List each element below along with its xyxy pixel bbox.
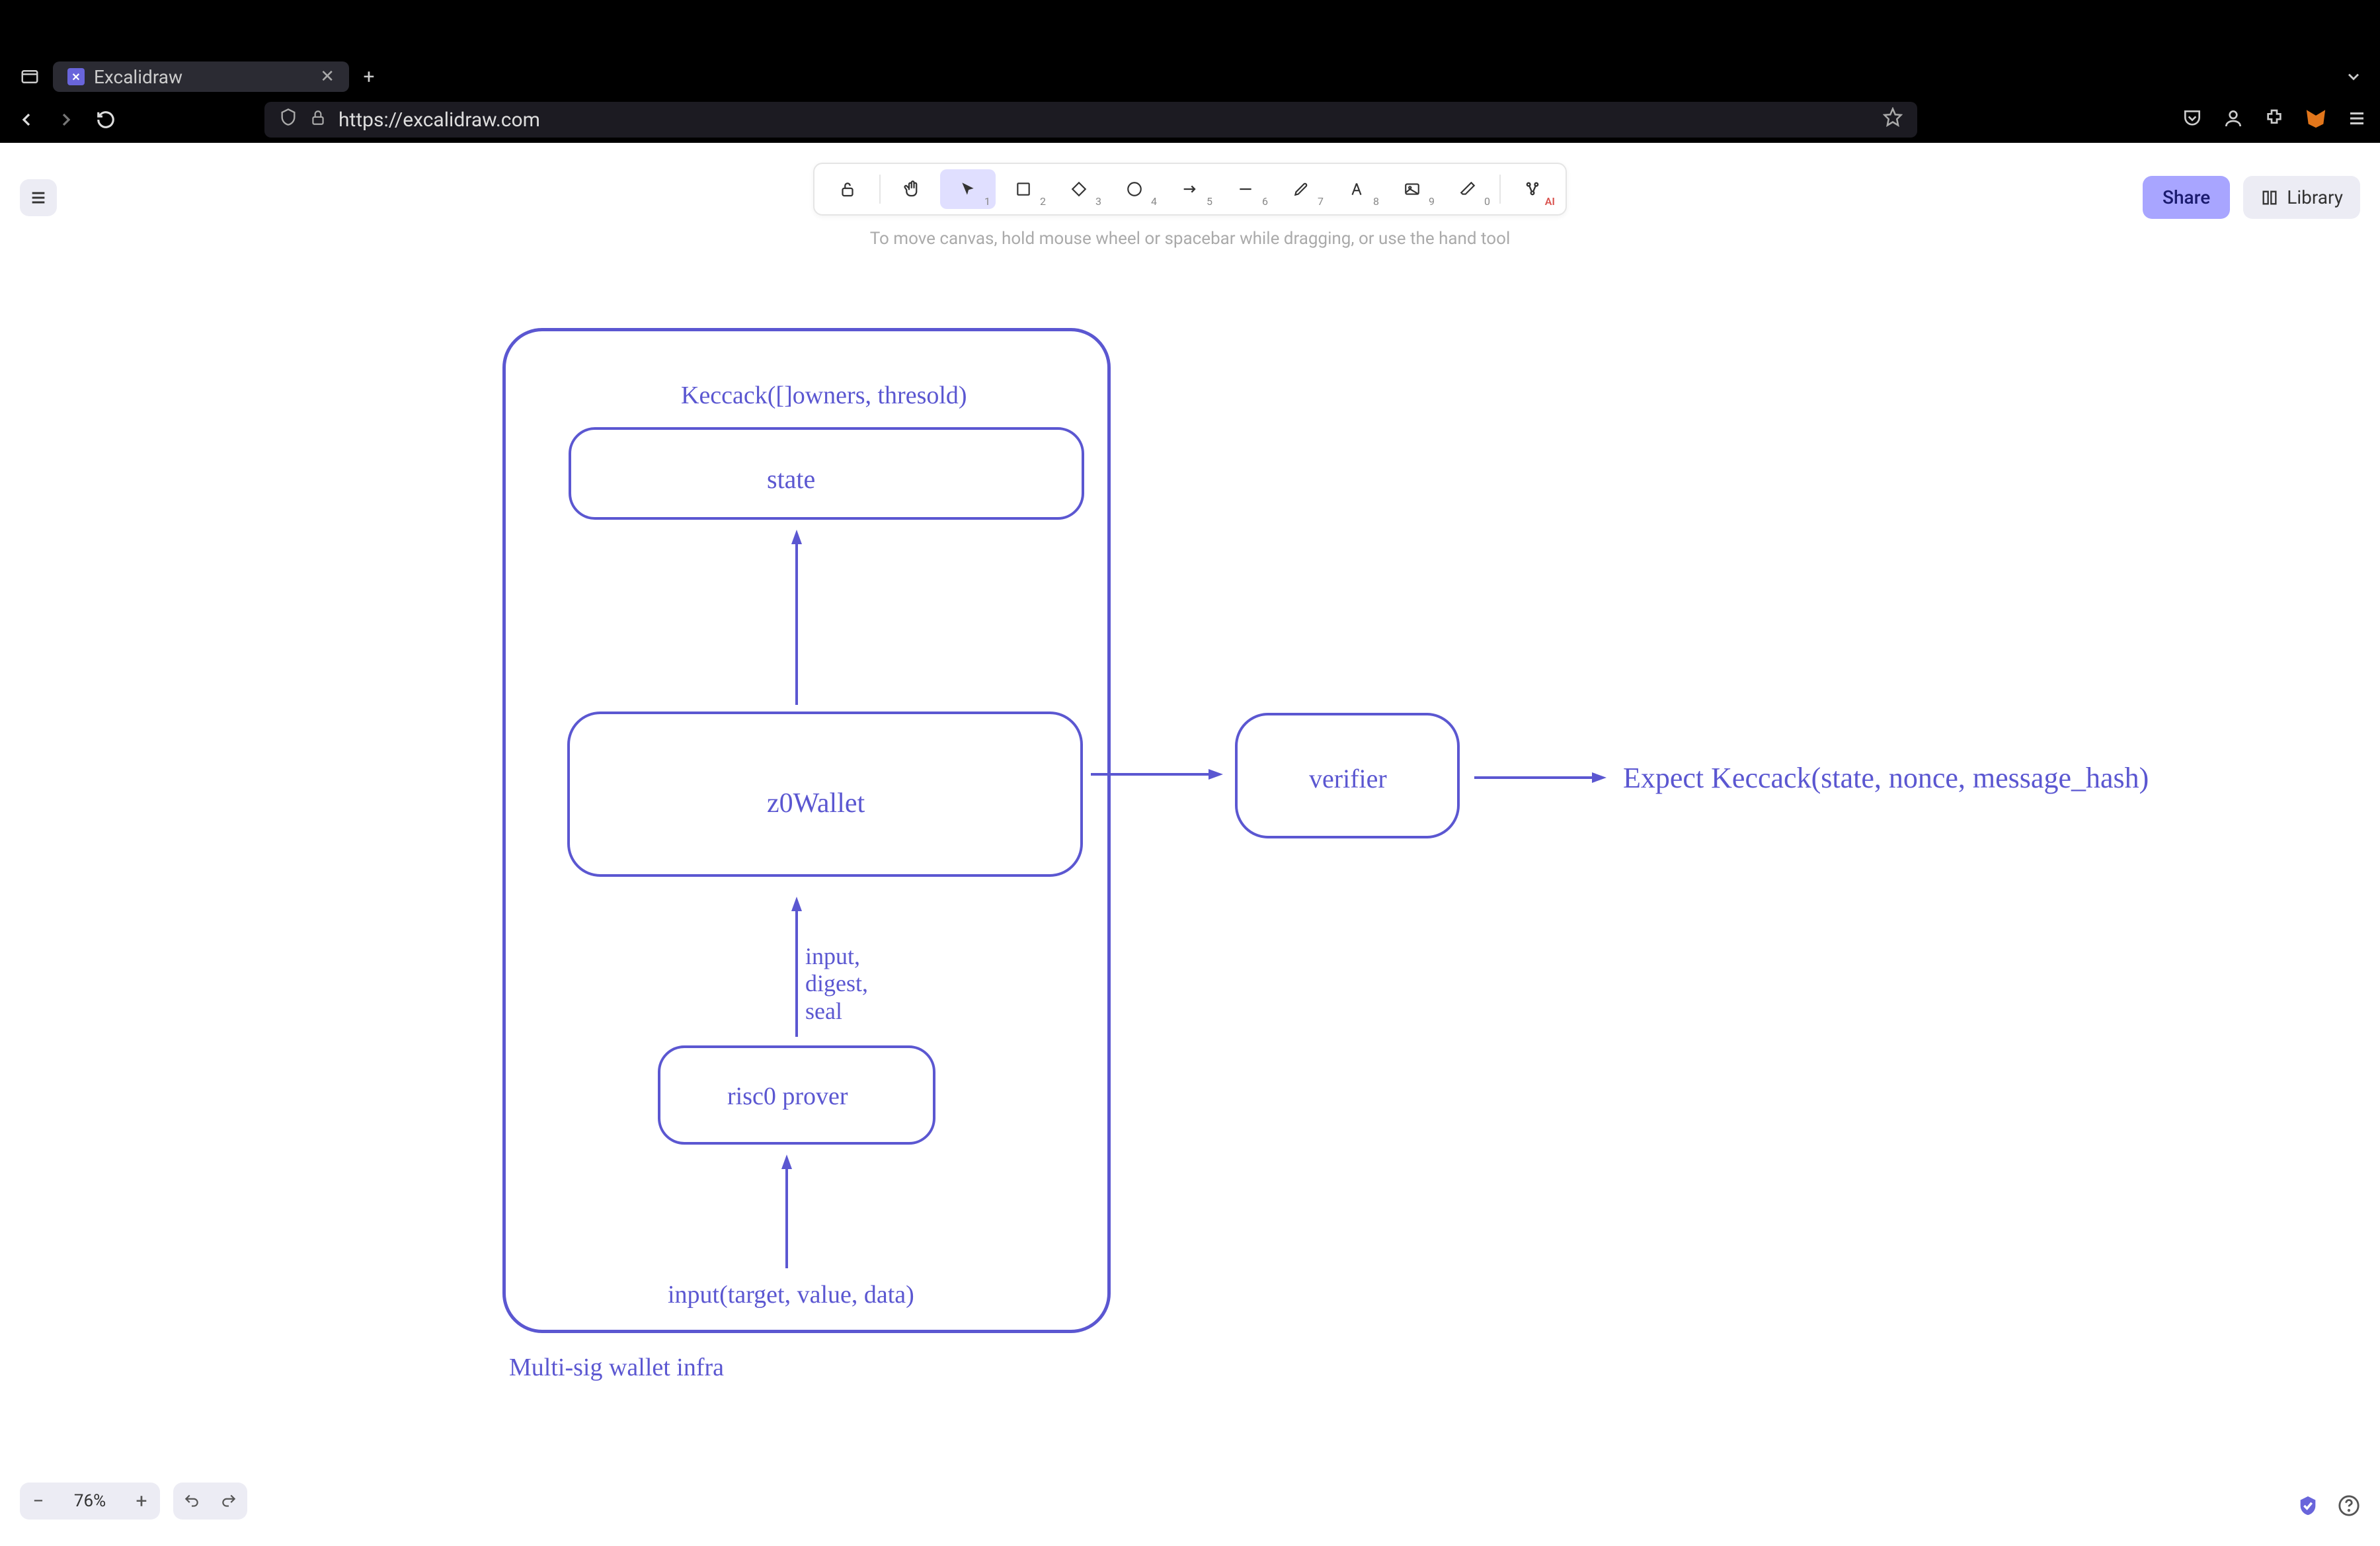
tracking-shield-icon[interactable] (279, 108, 298, 132)
undo-button[interactable] (173, 1483, 210, 1520)
forward-button[interactable] (53, 106, 79, 133)
arrow-prover-to-wallet[interactable] (790, 897, 803, 1042)
diagram-input-label[interactable]: input(target, value, data) (668, 1280, 914, 1309)
close-tab-button[interactable]: ✕ (320, 67, 335, 87)
metamask-icon[interactable] (2305, 107, 2327, 132)
zoom-controls: − 76% + (20, 1483, 160, 1520)
arrow-input-to-prover[interactable] (780, 1155, 793, 1274)
bookmark-star-icon[interactable] (1883, 107, 1903, 132)
diagram-state-box[interactable] (569, 427, 1084, 520)
zoom-value[interactable]: 76% (57, 1483, 123, 1520)
arrow-wallet-to-verifier[interactable] (1091, 768, 1223, 781)
diagram-container-title[interactable]: Keccack([]owners, thresold) (681, 381, 967, 410)
back-button[interactable] (13, 106, 40, 133)
tabs-dropdown-button[interactable] (2327, 67, 2380, 86)
reload-button[interactable] (93, 106, 119, 133)
account-icon[interactable] (2223, 108, 2244, 132)
diagram-verifier-label[interactable]: verifier (1309, 763, 1387, 794)
app-menu-icon[interactable] (2347, 108, 2367, 131)
arrow-verifier-to-expect[interactable] (1474, 771, 1606, 784)
zoom-out-button[interactable]: − (20, 1483, 57, 1520)
pocket-icon[interactable] (2182, 108, 2203, 132)
diagram-prover-label[interactable]: risc0 prover (727, 1082, 848, 1111)
diagram-caption-label[interactable]: Multi-sig wallet infra (509, 1353, 724, 1382)
extensions-icon[interactable] (2264, 108, 2285, 132)
canvas[interactable]: Keccack([]owners, thresold) state z0Wall… (0, 143, 2380, 1546)
url-text: https://excalidraw.com (338, 108, 540, 132)
status-icon[interactable] (2297, 1494, 2319, 1520)
browser-tab[interactable]: ✕ Excalidraw ✕ (53, 61, 349, 92)
diagram-edge-label[interactable]: input, digest, seal (805, 943, 868, 1025)
lock-icon[interactable] (309, 108, 327, 132)
arrow-wallet-to-state[interactable] (790, 530, 803, 712)
address-bar[interactable]: https://excalidraw.com (264, 102, 1917, 138)
excalidraw-favicon: ✕ (67, 68, 85, 85)
diagram-expect-label[interactable]: Expect Keccack(state, nonce, message_has… (1623, 761, 2149, 795)
new-tab-button[interactable]: + (349, 65, 389, 89)
redo-button[interactable] (210, 1483, 247, 1520)
help-button[interactable] (2338, 1494, 2360, 1520)
diagram-state-label[interactable]: state (767, 464, 815, 495)
tab-title: Excalidraw (94, 66, 311, 88)
zoom-in-button[interactable]: + (123, 1483, 160, 1520)
diagram-wallet-label[interactable]: z0Wallet (767, 788, 865, 819)
tab-overview-button[interactable] (7, 61, 53, 92)
